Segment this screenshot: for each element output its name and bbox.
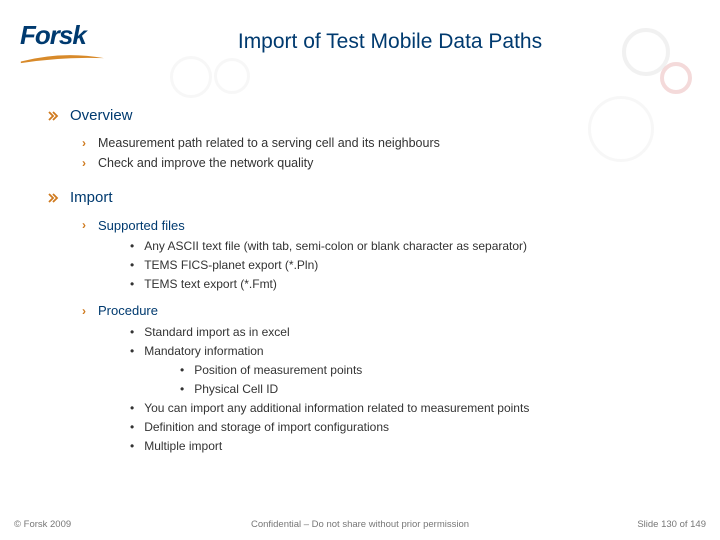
item-text: Any ASCII text file (with tab, semi-colo…: [144, 237, 527, 255]
bullet-icon: •: [130, 418, 134, 436]
chevron-icon: ›: [82, 302, 86, 320]
list-item: • Standard import as in excel: [130, 323, 690, 341]
bullet-icon: •: [130, 256, 134, 274]
list-item: › Measurement path related to a serving …: [82, 134, 690, 153]
list-item: • Any ASCII text file (with tab, semi-co…: [130, 237, 690, 255]
section-heading: Import: [48, 187, 690, 210]
list-item: • You can import any additional informat…: [130, 399, 690, 417]
page-title: Import of Test Mobile Data Paths: [0, 30, 720, 54]
section-heading: Overview: [48, 105, 690, 128]
item-text: Definition and storage of import configu…: [144, 418, 389, 436]
logo-swoosh-icon: [20, 54, 105, 64]
item-text: Multiple import: [144, 437, 222, 455]
chevron-icon: ›: [82, 154, 86, 172]
subsection-heading: › Supported files: [82, 216, 690, 236]
item-text: Physical Cell ID: [194, 380, 278, 398]
item-text: TEMS FICS-planet export (*.Pln): [144, 256, 318, 274]
list-item: › Check and improve the network quality: [82, 154, 690, 173]
list-item: • TEMS text export (*.Fmt): [130, 275, 690, 293]
footer-slide-number: Slide 130 of 149: [637, 519, 706, 530]
subsection-title: Procedure: [98, 301, 158, 321]
item-text: You can import any additional informatio…: [144, 399, 529, 417]
double-chevron-icon: [48, 110, 60, 122]
bullet-icon: •: [180, 361, 184, 379]
item-text: Check and improve the network quality: [98, 154, 313, 173]
chevron-icon: ›: [82, 216, 86, 234]
list-item: • Definition and storage of import confi…: [130, 418, 690, 436]
bullet-icon: •: [130, 237, 134, 255]
bullet-icon: •: [180, 380, 184, 398]
item-text: TEMS text export (*.Fmt): [144, 275, 277, 293]
subsection-heading: › Procedure: [82, 301, 690, 321]
footer-confidential: Confidential – Do not share without prio…: [0, 519, 720, 530]
section-import: Import › Supported files • Any ASCII tex…: [48, 187, 690, 455]
item-text: Standard import as in excel: [144, 323, 289, 341]
item-text: Mandatory information: [144, 342, 263, 360]
double-chevron-icon: [48, 192, 60, 204]
subsection-title: Supported files: [98, 216, 185, 236]
section-overview: Overview › Measurement path related to a…: [48, 105, 690, 173]
list-item: • Mandatory information: [130, 342, 690, 360]
bullet-icon: •: [130, 437, 134, 455]
chevron-icon: ›: [82, 134, 86, 152]
list-item: • Position of measurement points: [180, 361, 690, 379]
list-item: • Multiple import: [130, 437, 690, 455]
item-text: Measurement path related to a serving ce…: [98, 134, 440, 153]
list-item: • TEMS FICS-planet export (*.Pln): [130, 256, 690, 274]
section-title: Overview: [70, 105, 133, 128]
bullet-icon: •: [130, 323, 134, 341]
item-text: Position of measurement points: [194, 361, 362, 379]
list-item: • Physical Cell ID: [180, 380, 690, 398]
bullet-icon: •: [130, 275, 134, 293]
bullet-icon: •: [130, 342, 134, 360]
footer: © Forsk 2009 Confidential – Do not share…: [0, 514, 720, 530]
content-body: Overview › Measurement path related to a…: [48, 105, 690, 469]
section-title: Import: [70, 187, 113, 210]
bullet-icon: •: [130, 399, 134, 417]
